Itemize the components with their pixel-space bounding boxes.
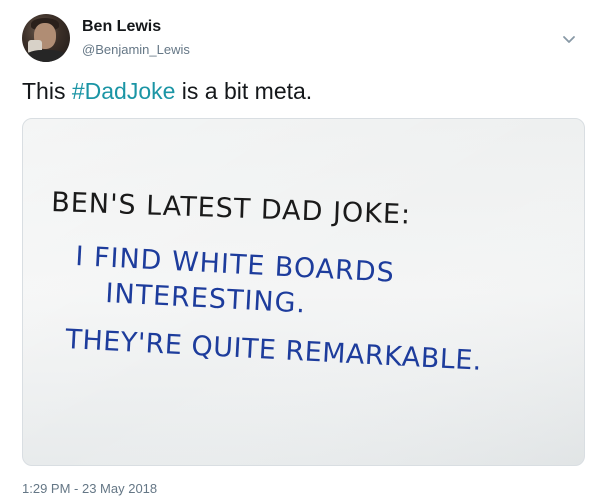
tweet-text: This #DadJoke is a bit meta. bbox=[22, 78, 312, 105]
hashtag-link[interactable]: #DadJoke bbox=[72, 78, 176, 104]
author-name[interactable]: Ben Lewis bbox=[82, 18, 161, 36]
whiteboard-image: BEN'S LATEST DAD JOKE: I FIND WHITE BOAR… bbox=[23, 119, 584, 465]
avatar[interactable] bbox=[22, 14, 70, 62]
avatar-body bbox=[24, 50, 68, 62]
chevron-down-icon[interactable] bbox=[560, 30, 578, 48]
tweet-photo[interactable]: BEN'S LATEST DAD JOKE: I FIND WHITE BOAR… bbox=[22, 118, 585, 466]
tweet-header: Ben Lewis @Benjamin_Lewis bbox=[22, 12, 582, 64]
tweet-text-after: is a bit meta. bbox=[175, 78, 313, 104]
author-handle[interactable]: @Benjamin_Lewis bbox=[82, 42, 190, 57]
tweet-timestamp[interactable]: 1:29 PM - 23 May 2018 bbox=[22, 481, 157, 496]
tweet-text-before: This bbox=[22, 78, 72, 104]
